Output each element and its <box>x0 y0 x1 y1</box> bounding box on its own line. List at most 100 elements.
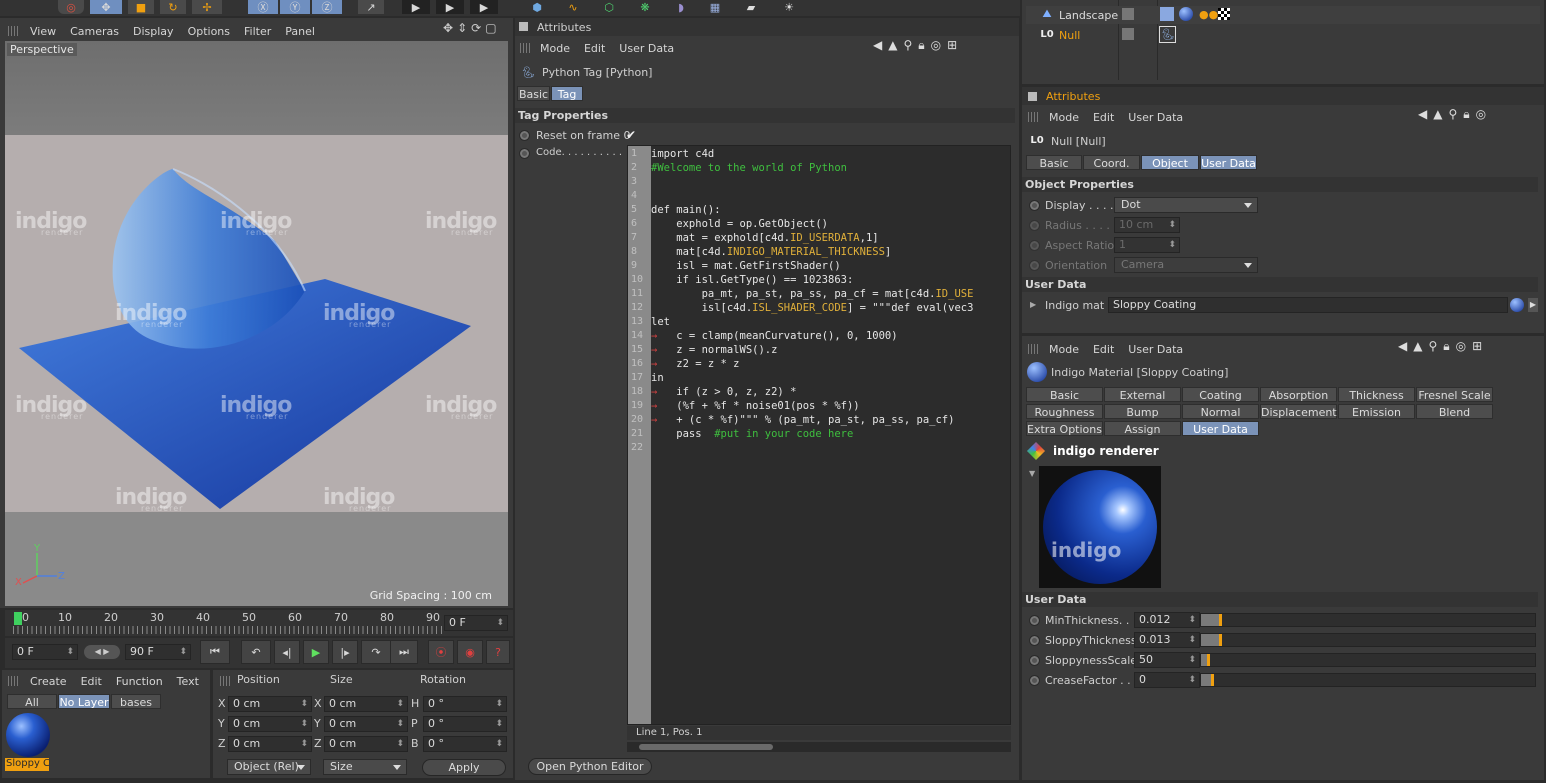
subdiv-icon[interactable]: ⬡ <box>594 0 624 14</box>
menu-function[interactable]: Function <box>116 675 163 688</box>
menu-text[interactable]: Text <box>177 675 199 688</box>
attr-checkbox[interactable] <box>519 22 528 31</box>
pos-y-field[interactable]: 0 cm <box>228 716 312 732</box>
menu-options[interactable]: Options <box>188 25 230 38</box>
end-frame-field[interactable]: 90 F <box>125 644 191 660</box>
tab-thickness[interactable]: Thickness <box>1338 387 1415 402</box>
sloppyness-scale-slider[interactable] <box>1200 653 1536 667</box>
viewport-canvas[interactable]: Perspective indigo renderer indigo rendere… <box>5 41 508 606</box>
menu-user-data[interactable]: User Data <box>619 42 674 55</box>
expand-arrow-icon[interactable]: ▶ <box>1030 300 1036 309</box>
min-thickness-field[interactable]: 0.012 <box>1134 612 1200 628</box>
next-frame-icon[interactable]: |▸ <box>332 640 358 664</box>
tab-roughness[interactable]: Roughness <box>1026 404 1103 419</box>
tab-coating[interactable]: Coating <box>1182 387 1259 402</box>
tab-object[interactable]: Object <box>1141 155 1199 170</box>
tab-user-data[interactable]: User Data <box>1182 421 1259 436</box>
tab-external[interactable]: External <box>1104 387 1181 402</box>
autokey-icon[interactable]: ◉ <box>457 640 483 664</box>
render-view-icon[interactable]: ▶ <box>402 0 430 14</box>
help-icon[interactable]: ? <box>486 640 510 664</box>
sloppy-thickness-field[interactable]: 0.013 <box>1134 632 1200 648</box>
up-arrow-icon[interactable]: ▲ <box>888 38 897 56</box>
maximize-icon[interactable]: ▢ <box>485 21 496 37</box>
crease-factor-field[interactable]: 0 <box>1134 672 1200 688</box>
light-icon[interactable]: ☀ <box>774 0 804 14</box>
code-hscrollbar[interactable] <box>627 742 1011 752</box>
tab-basic[interactable]: Basic <box>1026 155 1082 170</box>
search-icon[interactable]: ⚲ <box>1448 107 1457 125</box>
target-icon[interactable]: ◎ <box>931 38 941 56</box>
scroll-thumb[interactable] <box>639 744 773 750</box>
open-python-editor-button[interactable]: Open Python Editor <box>528 758 652 775</box>
menu-mode[interactable]: Mode <box>1049 343 1079 356</box>
texture-tag-icon[interactable]: ●● <box>1199 8 1218 21</box>
tab-assign[interactable]: Assign <box>1104 421 1181 436</box>
menu-user-data[interactable]: User Data <box>1128 343 1183 356</box>
display-dropdown[interactable]: Dot <box>1114 197 1258 213</box>
attr-checkbox[interactable] <box>1028 92 1037 101</box>
tab-basic[interactable]: Basic <box>1026 387 1103 402</box>
size-z-field[interactable]: 0 cm <box>324 736 408 752</box>
tab-absorption[interactable]: Absorption <box>1260 387 1337 402</box>
pos-z-field[interactable]: 0 cm <box>228 736 312 752</box>
tab-user-data[interactable]: User Data <box>1200 155 1257 170</box>
reset-checkbox[interactable]: ✔ <box>626 128 636 142</box>
prev-frame-icon[interactable]: ◂| <box>274 640 300 664</box>
back-arrow-icon[interactable]: ◀ <box>1418 107 1427 125</box>
coord-system-icon[interactable]: ↗ <box>358 0 384 14</box>
pos-x-field[interactable]: 0 cm <box>228 696 312 712</box>
param-radio[interactable] <box>1029 675 1040 686</box>
search-icon[interactable]: ⚲ <box>903 38 912 56</box>
prev-key-icon[interactable]: ↶ <box>241 640 271 664</box>
record-icon[interactable]: ⦿ <box>428 640 454 664</box>
scale-icon[interactable]: ■ <box>128 0 154 14</box>
array-icon[interactable]: ❋ <box>630 0 660 14</box>
floor-icon[interactable]: ▦ <box>700 0 730 14</box>
cube-icon[interactable]: ⬢ <box>522 0 552 14</box>
menu-user-data[interactable]: User Data <box>1128 111 1183 124</box>
code-text[interactable]: import c4d #Welcome to the world of Pyth… <box>651 147 1009 441</box>
material-name[interactable]: Sloppy C <box>5 758 49 771</box>
tab-extra-options[interactable]: Extra Options <box>1026 421 1103 436</box>
menu-edit[interactable]: Edit <box>81 675 102 688</box>
menu-filter[interactable]: Filter <box>244 25 271 38</box>
coord-mode-dropdown[interactable]: Object (Rel) <box>227 759 311 775</box>
frame-range-slider[interactable]: ◀ ▶ <box>84 645 120 659</box>
up-arrow-icon[interactable]: ▲ <box>1433 107 1442 125</box>
menu-mode[interactable]: Mode <box>540 42 570 55</box>
sloppy-thickness-slider[interactable] <box>1200 633 1536 647</box>
z-axis-icon[interactable]: Ⓩ <box>312 0 342 14</box>
lock-icon[interactable]: 🔒︎ <box>1463 107 1469 125</box>
tab-displacement[interactable]: Displacement <box>1260 404 1337 419</box>
back-arrow-icon[interactable]: ◀ <box>1398 339 1407 357</box>
new-panel-icon[interactable]: ⊞ <box>1472 339 1482 357</box>
phong-tag-icon[interactable] <box>1160 7 1174 21</box>
sloppyness-scale-field[interactable]: 50 <box>1134 652 1200 668</box>
display-radio[interactable] <box>1029 200 1040 211</box>
y-axis-icon[interactable]: Ⓨ <box>280 0 310 14</box>
indigo-mat-link[interactable]: Sloppy Coating <box>1108 297 1508 313</box>
go-to-start-icon[interactable]: ⏮ <box>200 640 230 664</box>
move-icon[interactable]: ✥ <box>90 0 122 14</box>
param-radio[interactable] <box>1029 615 1040 626</box>
x-axis-icon[interactable]: Ⓧ <box>248 0 278 14</box>
visibility-toggle-icon[interactable] <box>1122 28 1134 40</box>
checker-tag-icon[interactable] <box>1218 8 1230 20</box>
lock-icon[interactable]: 🔒︎ <box>918 38 924 56</box>
render-settings-icon[interactable]: ▶ <box>470 0 498 14</box>
rotate-icon[interactable]: ↻ <box>160 0 186 14</box>
size-mode-dropdown[interactable]: Size <box>323 759 407 775</box>
camera-icon[interactable]: ▰ <box>736 0 766 14</box>
link-menu-arrow-icon[interactable]: ▶ <box>1528 298 1538 312</box>
lock-icon[interactable]: 🔒︎ <box>1443 339 1449 357</box>
tab-tag[interactable]: Tag <box>551 86 583 101</box>
new-panel-icon[interactable]: ⊞ <box>947 38 957 56</box>
tab-blend[interactable]: Blend <box>1416 404 1493 419</box>
tab-fresnel-scale[interactable]: Fresnel Scale <box>1416 387 1493 402</box>
om-row-landscape[interactable]: ⛰︎ Landscape ●● <box>1026 6 1540 24</box>
rot-h-field[interactable]: 0 ° <box>423 696 507 712</box>
start-frame-field[interactable]: 0 F <box>12 644 78 660</box>
go-to-end-icon[interactable]: ⏭ <box>390 640 418 664</box>
param-radio[interactable] <box>1029 655 1040 666</box>
